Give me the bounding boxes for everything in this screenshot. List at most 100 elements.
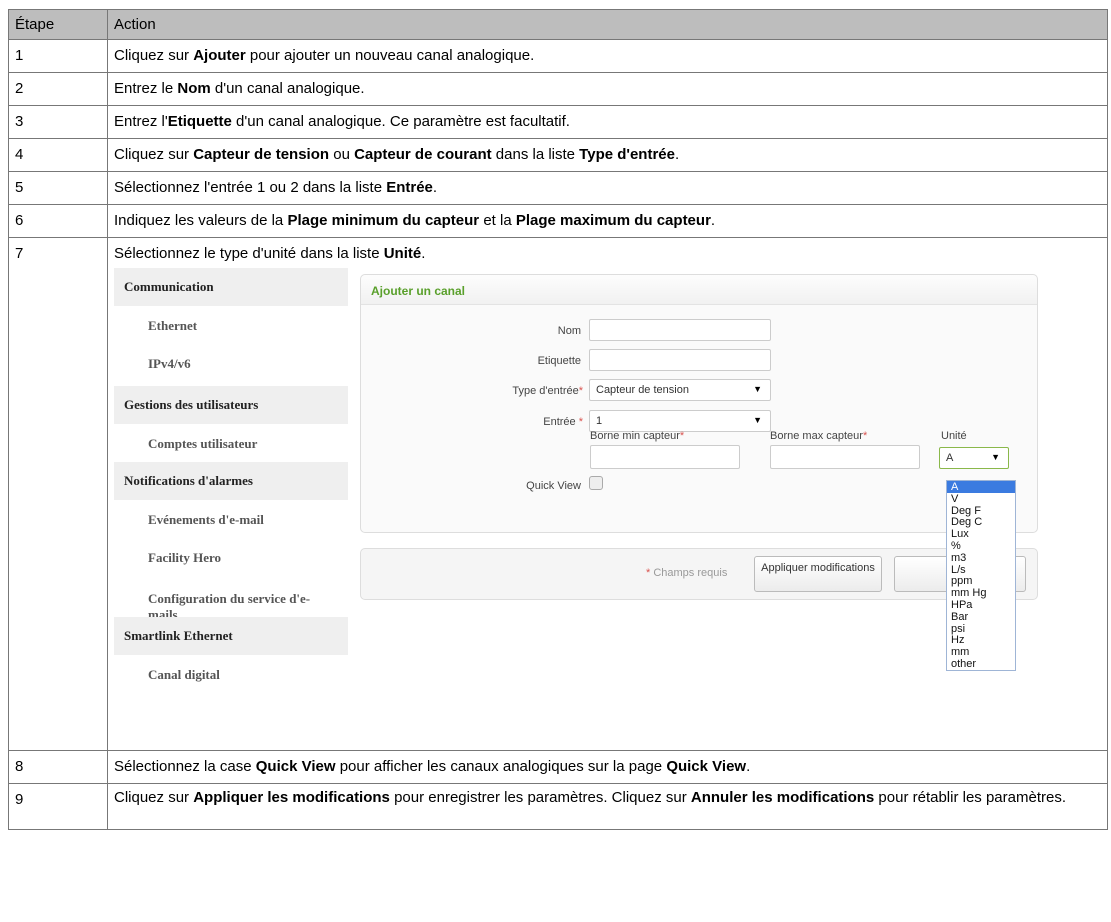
sidebar-item[interactable]: Canal digital xyxy=(114,655,348,693)
action-text: Cliquez sur Ajouter pour ajouter un nouv… xyxy=(114,47,1099,64)
action-fragment: pour rétablir les paramètres. xyxy=(874,789,1066,806)
action-fragment: Cliquez sur xyxy=(114,789,194,806)
unit-option[interactable]: A xyxy=(947,481,1015,493)
unit-option[interactable]: Bar xyxy=(947,611,1015,623)
header-action: Action xyxy=(107,9,1108,40)
quickview-checkbox[interactable] xyxy=(589,476,603,490)
action-keyword: Annuler les modifications xyxy=(690,789,875,806)
sidebar-item[interactable]: Comptes utilisateur xyxy=(114,424,348,462)
action-keyword: Type d'entrée xyxy=(579,146,675,163)
unit-option[interactable]: L/s xyxy=(947,564,1015,576)
nom-input[interactable] xyxy=(589,319,771,341)
chevron-down-icon: ▼ xyxy=(753,384,762,394)
required-note-text: Champs requis xyxy=(653,567,728,579)
step-number: 4 xyxy=(8,138,108,172)
unit-option[interactable]: Deg F xyxy=(947,505,1015,517)
action-keyword: Etiquette xyxy=(167,113,232,130)
type-entree-select[interactable]: Capteur de tension ▼ xyxy=(589,379,771,401)
sidebar-item[interactable]: Evénements d'e-mail xyxy=(114,500,348,538)
embedded-screenshot: CommunicationEthernetIPv4/v6Services rés… xyxy=(114,268,1099,750)
step-action: Cliquez sur Capteur de tension ou Capteu… xyxy=(107,138,1108,172)
action-keyword: Appliquer les modifications xyxy=(193,789,390,806)
borne-min-label-text: Borne min capteur xyxy=(590,430,680,442)
type-entree-value: Capteur de tension xyxy=(596,384,689,396)
unit-option[interactable]: mm Hg xyxy=(947,587,1015,599)
required-marker: * xyxy=(578,385,583,397)
action-text: Indiquez les valeurs de la Plage minimum… xyxy=(114,212,1099,229)
table-row: 4 Cliquez sur Capteur de tension ou Capte… xyxy=(8,138,1108,172)
borne-max-label-text: Borne max capteur xyxy=(770,430,863,442)
action-fragment: et la xyxy=(479,212,516,229)
sidebar-section-title: Gestions des utilisateurs xyxy=(114,386,348,424)
borne-max-label: Borne max capteur* xyxy=(770,430,867,442)
step-action: Sélectionnez le type d'unité dans la lis… xyxy=(107,237,1108,751)
action-keyword: Quick View xyxy=(666,758,747,775)
step-action: Entrez l'Etiquette d'un canal analogique… xyxy=(107,105,1108,139)
action-keyword: Entrée xyxy=(386,179,433,196)
unit-option[interactable]: mm xyxy=(947,646,1015,658)
step-number: 5 xyxy=(8,171,108,205)
table-row: 6 Indiquez les valeurs de la Plage minimu… xyxy=(8,204,1108,238)
unit-option[interactable]: V xyxy=(947,493,1015,505)
action-keyword: Plage maximum du capteur xyxy=(515,212,711,229)
action-keyword: Unité xyxy=(383,245,422,262)
unit-option[interactable]: Deg C xyxy=(947,516,1015,528)
unit-option[interactable]: other xyxy=(947,658,1015,670)
unit-option[interactable]: Hz xyxy=(947,634,1015,646)
entree-select[interactable]: 1 ▼ xyxy=(589,410,771,432)
sidebar-item[interactable]: Ethernet xyxy=(114,306,348,344)
required-marker: * xyxy=(862,430,868,442)
action-keyword: Capteur de courant xyxy=(354,146,492,163)
borne-min-label: Borne min capteur* xyxy=(590,430,684,442)
add-channel-panel: Ajouter un canal Nom Etiquette Type d'entré… xyxy=(360,274,1038,533)
apply-button[interactable]: Appliquer modifications xyxy=(754,556,882,592)
unit-option[interactable]: psi xyxy=(947,623,1015,635)
action-keyword: Nom xyxy=(177,80,211,97)
table-row: 5 Sélectionnez l'entrée 1 ou 2 dans la li… xyxy=(8,171,1108,205)
unit-option[interactable]: HPa xyxy=(947,599,1015,611)
action-text: Sélectionnez la case Quick View pour aff… xyxy=(114,758,1099,775)
action-text: Entrez l'Etiquette d'un canal analogique… xyxy=(114,113,1099,130)
panel-title: Ajouter un canal xyxy=(361,275,1037,305)
type-entree-label-text: Type d'entrée xyxy=(512,385,579,397)
required-note: * Champs requis xyxy=(646,567,727,579)
entree-label-text: Entrée xyxy=(543,416,579,428)
table-row: 7 Sélectionnez le type d'unité dans la li… xyxy=(8,237,1108,751)
unit-option[interactable]: % xyxy=(947,540,1015,552)
action-fragment: Cliquez sur xyxy=(114,47,194,64)
chevron-down-icon: ▼ xyxy=(753,415,762,425)
action-fragment: d'un canal analogique. xyxy=(210,80,365,97)
step-number: 3 xyxy=(8,105,108,139)
action-fragment: Sélectionnez le type d'unité dans la lis… xyxy=(114,245,384,262)
action-fragment: . xyxy=(710,212,716,229)
action-fragment: pour ajouter un nouveau canal analogique… xyxy=(245,47,535,64)
action-text: Cliquez sur Capteur de tension ou Capteu… xyxy=(114,146,1099,163)
sidebar-item[interactable]: IPv4/v6 xyxy=(114,344,348,382)
etiquette-input[interactable] xyxy=(589,349,771,371)
action-fragment: d'un canal analogique. Ce paramètre est … xyxy=(231,113,570,130)
action-fragment: . xyxy=(746,758,751,775)
unit-option[interactable]: Lux xyxy=(947,528,1015,540)
sidebar-item[interactable]: Facility Hero xyxy=(114,538,348,576)
borne-max-input[interactable] xyxy=(770,445,920,469)
step-number: 7 xyxy=(8,237,108,751)
action-keyword: Ajouter xyxy=(193,47,246,64)
unit-option[interactable]: m3 xyxy=(947,552,1015,564)
unit-dropdown-list[interactable]: A V Deg F Deg C Lux% m3 L/s ppm mm Hg HPa Bar psi Hz… xyxy=(946,480,1016,671)
unite-select[interactable]: A ▼ xyxy=(939,447,1009,469)
borne-min-input[interactable] xyxy=(590,445,740,469)
unit-option[interactable]: ppm xyxy=(947,575,1015,587)
action-fragment: . xyxy=(421,245,426,262)
step-action: Cliquez sur Appliquer les modifications … xyxy=(107,783,1108,830)
action-text: Sélectionnez l'entrée 1 ou 2 dans la lis… xyxy=(114,179,1099,196)
sidebar-section-title: Smartlink Ethernet xyxy=(114,617,348,655)
step-number: 2 xyxy=(8,72,108,106)
step-action: Indiquez les valeurs de la Plage minimum… xyxy=(107,204,1108,238)
action-keyword: Quick View xyxy=(255,758,336,775)
required-marker: * xyxy=(578,416,583,428)
required-marker: * xyxy=(679,430,685,442)
action-keyword: Capteur de tension xyxy=(193,146,330,163)
action-text: Sélectionnez le type d'unité dans la lis… xyxy=(114,245,1099,262)
unite-value: A xyxy=(946,452,954,464)
table-row: 2 Entrez le Nom d'un canal analogique. xyxy=(8,72,1108,106)
